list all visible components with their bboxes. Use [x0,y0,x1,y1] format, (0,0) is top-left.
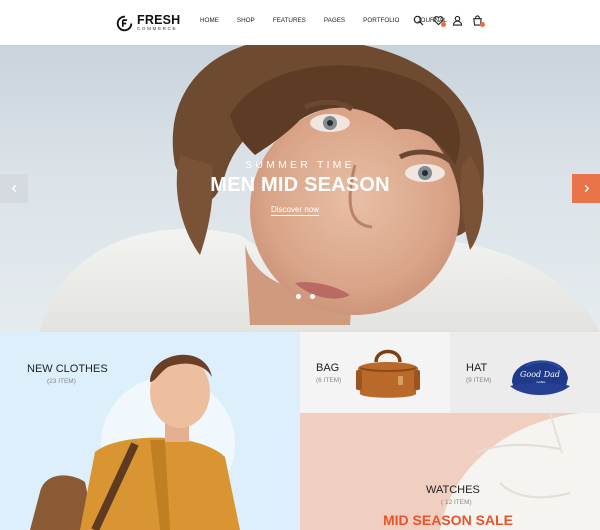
header-actions [413,15,491,27]
slider-pagination [296,294,324,299]
duffel-bag-image [356,349,420,398]
chevron-left-icon [11,184,16,193]
nav-portfolio[interactable]: PORTFOLIO [363,17,399,24]
bag-count: (6 ITEM) [316,377,342,384]
bag-title: BAG [316,362,340,374]
brand-tagline: COMMERCE [137,26,178,32]
logo-text: FRESH COMMERCE [137,14,180,32]
nav-features[interactable]: FEATURES [273,17,306,24]
cap-print-subtext: GANG [537,380,547,384]
site-header: FRESH COMMERCE HOME SHOP FEATURES PAGES … [0,0,600,45]
slider-dot-1[interactable] [296,294,301,299]
logo-mark-icon [116,15,133,31]
user-icon[interactable] [452,15,463,26]
wishlist-icon[interactable] [432,15,446,27]
snapback-cap-image: Good Dad GANG [510,360,570,395]
watches-count: ( 12 ITEM) [441,499,472,506]
watches-title: WATCHES [426,484,480,496]
nav-pages[interactable]: PAGES [324,17,345,24]
slider-next-button[interactable] [572,174,600,203]
nav-shop[interactable]: SHOP [237,17,255,24]
clothes-title: NEW CLOTHES [27,363,108,375]
clothes-count: (23 ITEM) [47,378,76,385]
cap-print-text: Good Dad [520,370,560,379]
hat-title: HAT [466,362,488,374]
brand-name: FRESH [137,12,181,27]
hat-count: (9 ITEM) [466,377,492,384]
category-new-clothes[interactable]: NEW CLOTHES (23 ITEM) [0,332,300,530]
cart-badge [479,22,485,27]
hero-slider: SUMMER TIME MEN MID SEASON Discover now [0,45,600,332]
slider-prev-button[interactable] [0,174,28,203]
clothes-model-image [30,354,240,530]
category-hat[interactable]: HAT (9 ITEM) Good Dad GANG [450,332,600,413]
mid-season-sale-text[interactable]: MID SEASON SALE [383,512,513,528]
hero-title: MEN MID SEASON [210,174,390,196]
chevron-right-icon [584,184,589,193]
category-watches[interactable]: WATCHES ( 12 ITEM) MID SEASON SALE [300,413,600,530]
search-icon[interactable] [413,15,424,26]
wishlist-badge [440,22,446,27]
nav-home[interactable]: HOME [200,17,219,24]
slider-dot-2[interactable] [310,294,315,299]
cart-icon[interactable] [472,15,485,27]
brand-logo[interactable]: FRESH COMMERCE [116,12,180,34]
category-bag[interactable]: BAG (6 ITEM) [300,332,450,413]
hero-subtitle: SUMMER TIME [245,159,355,171]
discover-now-link[interactable]: Discover now [271,205,320,216]
